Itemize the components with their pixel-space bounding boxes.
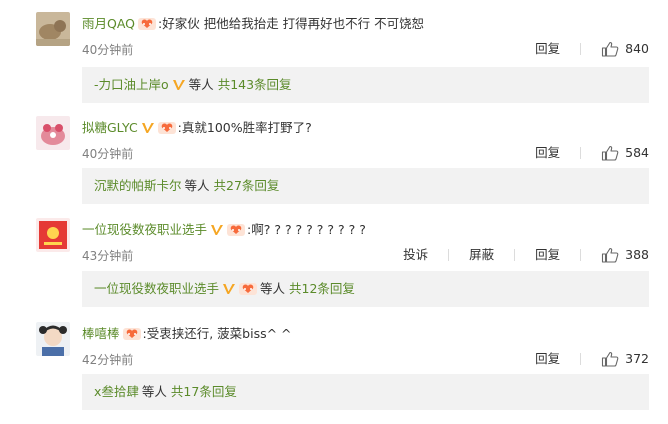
comment-time: 40分钟前	[82, 147, 134, 161]
avatar[interactable]	[36, 12, 70, 46]
like-count: 584	[625, 145, 649, 160]
thumbs-up-icon	[602, 145, 619, 161]
heart-mascot-badge-icon	[157, 121, 176, 135]
comment-text: 真就100%胜率打野了?	[181, 120, 312, 135]
divider	[580, 249, 582, 261]
and-others-text: 等人	[260, 281, 286, 296]
v-badge-icon	[172, 78, 186, 92]
like-count: 372	[625, 351, 649, 366]
username[interactable]: 雨月QAQ	[82, 16, 135, 32]
username[interactable]: 拟糖GLYC	[82, 120, 138, 136]
reply-username[interactable]: x叁拾肆	[94, 384, 139, 400]
avatar[interactable]	[36, 116, 70, 150]
avatar[interactable]	[36, 218, 70, 252]
thumbs-up-icon	[602, 247, 619, 263]
reply-summary[interactable]: x叁拾肆 等人 共17条回复	[82, 374, 649, 410]
heart-mascot-badge-icon	[227, 223, 246, 237]
comment-feed: 雨月QAQ : 好家伙 把他给我抬走 打得再好也不行 不可饶恕 40分钟前 回复…	[0, 0, 668, 424]
comment-time: 43分钟前	[82, 249, 134, 263]
comment-text: 啊? ? ? ? ? ? ? ? ? ?	[251, 222, 366, 237]
like-button[interactable]: 840	[601, 41, 649, 57]
total-replies-link[interactable]: 共17条回复	[171, 384, 237, 400]
heart-mascot-badge-icon	[122, 327, 141, 341]
reply-summary[interactable]: 沉默的帕斯卡尔 等人 共27条回复	[82, 168, 649, 204]
reply-button[interactable]: 回复	[535, 247, 560, 263]
like-count: 388	[625, 247, 649, 262]
divider	[448, 249, 450, 261]
username[interactable]: 棒嘻棒	[82, 326, 120, 342]
total-replies-link[interactable]: 共12条回复	[289, 281, 355, 297]
reply-button[interactable]: 回复	[535, 41, 560, 57]
v-badge-icon	[210, 223, 224, 237]
comment-actions: 投诉 屏蔽 回复 388	[403, 247, 649, 263]
reply-button[interactable]: 回复	[535, 145, 560, 161]
like-button[interactable]: 372	[601, 351, 649, 367]
reply-button[interactable]: 回复	[535, 351, 560, 367]
like-count: 840	[625, 41, 649, 56]
and-others-text: 等人	[188, 77, 214, 92]
reply-username[interactable]: 一位现役数夜职业选手	[94, 281, 219, 297]
total-replies-link[interactable]: 共27条回复	[214, 178, 280, 194]
divider	[580, 147, 582, 159]
avatar[interactable]	[36, 322, 70, 356]
comment-time: 42分钟前	[82, 353, 134, 367]
comment-text: 好家伙 把他给我抬走 打得再好也不行 不可饶恕	[162, 16, 425, 31]
divider	[580, 43, 582, 55]
comment-time: 40分钟前	[82, 43, 134, 57]
v-badge-icon	[141, 121, 155, 135]
v-badge-icon	[222, 282, 236, 296]
divider	[514, 249, 516, 261]
reply-username[interactable]: 沉默的帕斯卡尔	[94, 178, 182, 194]
like-button[interactable]: 388	[601, 247, 649, 263]
reply-username[interactable]: -力口油上岸o	[94, 77, 169, 93]
divider	[580, 353, 582, 365]
total-replies-link[interactable]: 共143条回复	[218, 77, 292, 93]
thumbs-up-icon	[602, 351, 619, 367]
block-button[interactable]: 屏蔽	[469, 247, 494, 263]
report-button[interactable]: 投诉	[403, 247, 428, 263]
thumbs-up-icon	[602, 41, 619, 57]
like-button[interactable]: 584	[601, 145, 649, 161]
comment-actions: 回复 584	[535, 145, 649, 161]
heart-mascot-badge-icon	[239, 282, 258, 296]
and-others-text: 等人	[184, 178, 210, 193]
username[interactable]: 一位现役数夜职业选手	[82, 222, 207, 238]
comment-actions: 回复 372	[535, 351, 649, 367]
comment-text: 受衷挟还行, 菠菜biss^ ^	[146, 326, 292, 341]
comment-actions: 回复 840	[535, 41, 649, 57]
and-others-text: 等人	[141, 384, 167, 399]
reply-summary[interactable]: 一位现役数夜职业选手 等人 共12条回复	[82, 271, 649, 307]
heart-mascot-badge-icon	[138, 17, 157, 31]
reply-summary[interactable]: -力口油上岸o 等人 共143条回复	[82, 67, 649, 103]
